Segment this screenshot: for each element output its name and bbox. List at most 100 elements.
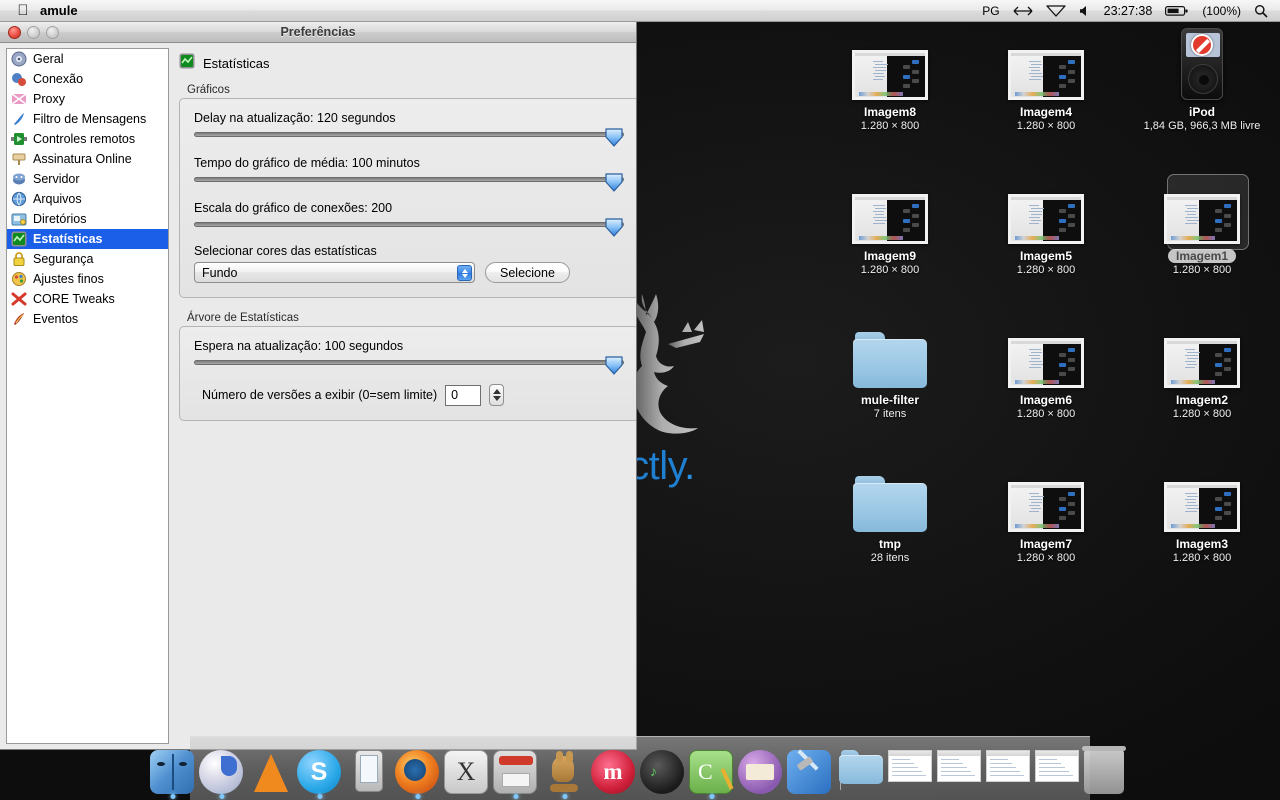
dock-item-minimized-window-3[interactable] xyxy=(986,750,1032,796)
slider-thumb[interactable] xyxy=(604,356,624,375)
dock-item-ebook-reader[interactable] xyxy=(346,750,392,796)
color-select-dropdown[interactable]: Fundo xyxy=(194,262,475,283)
desktop-icon-imagem5[interactable]: Imagem51.280 × 800 xyxy=(986,178,1106,276)
sidebar-item-label: Proxy xyxy=(33,92,65,106)
desktop-icon-thumbnail xyxy=(1142,322,1262,388)
preferences-sidebar[interactable]: GeralConexão Proxy Filtro de MensagensCont… xyxy=(6,48,169,744)
sidebar-item-controles-remotos[interactable]: Controles remotos xyxy=(7,129,168,149)
apple-icon[interactable]:  xyxy=(10,3,36,18)
dock-item-latex-x[interactable]: X xyxy=(444,750,490,796)
slider-thumb[interactable] xyxy=(604,173,624,192)
minimized-window-1 xyxy=(888,750,932,782)
versions-stepper[interactable] xyxy=(489,384,504,406)
desktop-icon-name: Imagem2 xyxy=(1142,393,1262,407)
desktop-icon-thumbnail xyxy=(830,34,950,100)
desktop-icon-imagem9[interactable]: Imagem91.280 × 800 xyxy=(830,178,950,276)
desktop-icon-thumbnail xyxy=(986,34,1106,100)
graph-slider-label-1: Delay na atualização: 120 segundos xyxy=(194,111,624,125)
dock-item-documents-folder[interactable] xyxy=(839,750,885,796)
sidebar-item-ajustes-finos[interactable]: Ajustes finos xyxy=(7,269,168,289)
dock-item-m-app[interactable]: m xyxy=(591,750,637,796)
desktop-icon-imagem4[interactable]: Imagem41.280 × 800 xyxy=(986,34,1106,132)
message-filter-icon xyxy=(11,111,27,127)
dock-item-minimized-window-1[interactable] xyxy=(888,750,934,796)
desktop-icon-ipod[interactable]: iPod1,84 GB, 966,3 MB livre xyxy=(1142,34,1262,132)
chevron-updown-icon[interactable] xyxy=(457,265,472,281)
graph-slider-1[interactable] xyxy=(194,128,624,142)
dock-item-firefox[interactable] xyxy=(395,750,441,796)
dock[interactable]: S Xm♪C xyxy=(190,736,1090,800)
dock-item-amule-kangaroo[interactable] xyxy=(542,750,588,796)
dock-item-vlc[interactable] xyxy=(248,750,294,796)
trash-icon xyxy=(1084,750,1124,794)
desktop-icon-subtitle: 1.280 × 800 xyxy=(986,264,1106,276)
folder-icon xyxy=(853,476,927,532)
sidebar-item-arquivos[interactable]: Arquivos xyxy=(7,189,168,209)
dock-item-media-player[interactable]: ♪ xyxy=(640,750,686,796)
sidebar-item-geral[interactable]: Geral xyxy=(7,49,168,69)
sidebar-item-filtro-de-mensagens[interactable]: Filtro de Mensagens xyxy=(7,109,168,129)
sidebar-item-proxy[interactable]: Proxy xyxy=(7,89,168,109)
menubar-app-name[interactable]: amule xyxy=(36,3,90,18)
desktop-icon-name: mule-filter xyxy=(830,393,950,407)
desktop-icon-mule-filter[interactable]: mule-filter7 itens xyxy=(830,322,950,420)
dock-item-minimized-window-2[interactable] xyxy=(937,750,983,796)
menubar-clock[interactable]: 23:27:38 xyxy=(1104,4,1153,18)
security-lock-icon xyxy=(11,251,27,267)
sidebar-item-estat-sticas[interactable]: Estatísticas xyxy=(7,229,168,249)
spotlight-search-icon[interactable] xyxy=(1254,4,1268,18)
desktop-icon-imagem8[interactable]: Imagem81.280 × 800 xyxy=(830,34,950,132)
desktop-icon-imagem1[interactable]: Imagem11.280 × 800 xyxy=(1142,178,1262,276)
versions-input[interactable]: 0 xyxy=(445,385,481,406)
desktop-icon-name: Imagem7 xyxy=(986,537,1106,551)
ipod-icon xyxy=(1181,28,1223,100)
menu-bar:  amule PG 23:27:38 (100%) xyxy=(0,0,1280,22)
dock-item-trash[interactable] xyxy=(1084,750,1130,796)
sidebar-item-servidor[interactable]: Servidor xyxy=(7,169,168,189)
running-indicator xyxy=(318,794,323,799)
slider-track xyxy=(194,132,624,137)
dock-item-scanner[interactable] xyxy=(493,750,539,796)
online-signature-icon xyxy=(11,151,27,167)
window-title: Preferências xyxy=(0,25,636,39)
sidebar-item-core-tweaks[interactable]: CORE Tweaks xyxy=(7,289,168,309)
graph-slider-3[interactable] xyxy=(194,218,624,232)
wifi-icon[interactable] xyxy=(1046,4,1066,17)
sidebar-item-seguran-a[interactable]: Segurança xyxy=(7,249,168,269)
desktop-icon-imagem2[interactable]: Imagem21.280 × 800 xyxy=(1142,322,1262,420)
slider-thumb[interactable] xyxy=(604,128,624,147)
desktop-icon-tmp[interactable]: tmp28 itens xyxy=(830,466,950,564)
input-source-indicator[interactable]: PG xyxy=(982,4,999,18)
dock-item-skype[interactable]: S xyxy=(297,750,343,796)
dock-item-dictionary[interactable] xyxy=(738,750,784,796)
preferences-window[interactable]: Preferências GeralConexão Proxy Filtro de … xyxy=(0,22,637,750)
dock-item-finder[interactable] xyxy=(150,750,196,796)
select-color-button[interactable]: Selecione xyxy=(485,262,570,283)
proxy-icon xyxy=(11,91,27,107)
battery-percent-label[interactable]: (100%) xyxy=(1202,4,1241,18)
dock-item-xcode[interactable] xyxy=(787,750,833,796)
volume-icon[interactable] xyxy=(1079,5,1091,17)
core-tweaks-icon xyxy=(11,291,27,307)
tree-update-slider[interactable] xyxy=(194,356,624,370)
dock-item-itunes[interactable] xyxy=(199,750,245,796)
desktop-icon-subtitle: 1.280 × 800 xyxy=(830,264,950,276)
sidebar-item-eventos[interactable]: Eventos xyxy=(7,309,168,329)
battery-icon[interactable] xyxy=(1165,5,1189,17)
dock-item-minimized-window-4[interactable] xyxy=(1035,750,1081,796)
arrows-icon[interactable] xyxy=(1013,5,1033,17)
dock-item-notes[interactable]: C xyxy=(689,750,735,796)
sidebar-item-assinatura-online[interactable]: Assinatura Online xyxy=(7,149,168,169)
slider-thumb[interactable] xyxy=(604,218,624,237)
graph-slider-2[interactable] xyxy=(194,173,624,187)
sidebar-item-conex-o[interactable]: Conexão xyxy=(7,69,168,89)
window-titlebar[interactable]: Preferências xyxy=(0,22,636,43)
desktop-icon-name: Imagem1 xyxy=(1168,249,1236,263)
desktop-icon-subtitle: 1.280 × 800 xyxy=(830,120,950,132)
statistics-tree-group: Árvore de Estatísticas Espera na atualiz… xyxy=(179,312,636,421)
desktop-icon-imagem7[interactable]: Imagem71.280 × 800 xyxy=(986,466,1106,564)
desktop-icon-imagem6[interactable]: Imagem61.280 × 800 xyxy=(986,322,1106,420)
desktop-icon-thumbnail xyxy=(986,178,1106,244)
desktop-icon-imagem3[interactable]: Imagem31.280 × 800 xyxy=(1142,466,1262,564)
sidebar-item-diret-rios[interactable]: Diretórios xyxy=(7,209,168,229)
